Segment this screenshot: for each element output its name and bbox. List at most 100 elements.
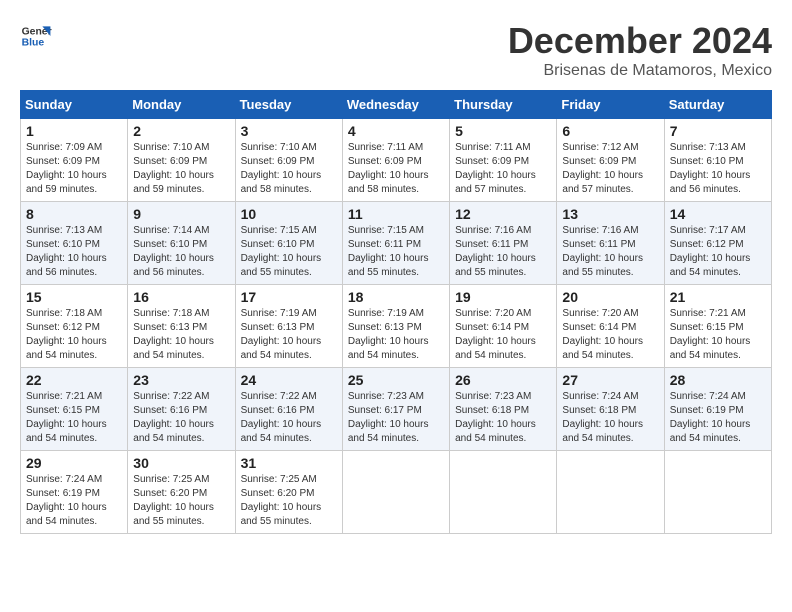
day-number: 26	[455, 372, 551, 388]
calendar-cell: 29 Sunrise: 7:24 AM Sunset: 6:19 PM Dayli…	[21, 451, 128, 534]
day-info: Sunrise: 7:22 AM Sunset: 6:16 PM Dayligh…	[241, 390, 337, 446]
day-info: Sunrise: 7:24 AM Sunset: 6:19 PM Dayligh…	[670, 390, 766, 446]
day-header-friday: Friday	[557, 91, 664, 119]
day-info: Sunrise: 7:09 AM Sunset: 6:09 PM Dayligh…	[26, 141, 122, 197]
calendar-cell: 28 Sunrise: 7:24 AM Sunset: 6:19 PM Dayli…	[664, 368, 771, 451]
day-info: Sunrise: 7:23 AM Sunset: 6:17 PM Dayligh…	[348, 390, 444, 446]
svg-text:Blue: Blue	[22, 38, 45, 49]
day-info: Sunrise: 7:15 AM Sunset: 6:11 PM Dayligh…	[348, 224, 444, 280]
calendar-cell: 30 Sunrise: 7:25 AM Sunset: 6:20 PM Dayli…	[128, 451, 235, 534]
day-info: Sunrise: 7:19 AM Sunset: 6:13 PM Dayligh…	[348, 307, 444, 363]
calendar-cell: 6Sunrise: 7:12 AM Sunset: 6:09 PM Daylig…	[557, 119, 664, 202]
day-number: 20	[562, 289, 658, 305]
day-info: Sunrise: 7:15 AM Sunset: 6:10 PM Dayligh…	[241, 224, 337, 280]
day-info: Sunrise: 7:20 AM Sunset: 6:14 PM Dayligh…	[455, 307, 551, 363]
calendar-cell: 18Sunrise: 7:19 AM Sunset: 6:13 PM Dayli…	[342, 285, 449, 368]
day-number: 29	[26, 455, 122, 471]
day-number: 25	[348, 372, 444, 388]
calendar-cell: 9Sunrise: 7:14 AM Sunset: 6:10 PM Daylig…	[128, 202, 235, 285]
day-info: Sunrise: 7:22 AM Sunset: 6:16 PM Dayligh…	[133, 390, 229, 446]
day-header-saturday: Saturday	[664, 91, 771, 119]
week-row-1: 1 Sunrise: 7:09 AM Sunset: 6:09 PM Daylig…	[21, 119, 772, 202]
calendar-cell: 25 Sunrise: 7:23 AM Sunset: 6:17 PM Dayli…	[342, 368, 449, 451]
week-row-5: 29 Sunrise: 7:24 AM Sunset: 6:19 PM Dayli…	[21, 451, 772, 534]
calendar-cell: 10Sunrise: 7:15 AM Sunset: 6:10 PM Dayli…	[235, 202, 342, 285]
calendar-cell: 5 Sunrise: 7:11 AM Sunset: 6:09 PM Daylig…	[450, 119, 557, 202]
day-number: 14	[670, 206, 766, 222]
calendar-cell: 12 Sunrise: 7:16 AM Sunset: 6:11 PM Dayli…	[450, 202, 557, 285]
calendar-cell: 4 Sunrise: 7:11 AM Sunset: 6:09 PM Daylig…	[342, 119, 449, 202]
day-number: 12	[455, 206, 551, 222]
day-info: Sunrise: 7:16 AM Sunset: 6:11 PM Dayligh…	[562, 224, 658, 280]
day-number: 7	[670, 123, 766, 139]
day-info: Sunrise: 7:23 AM Sunset: 6:18 PM Dayligh…	[455, 390, 551, 446]
day-header-wednesday: Wednesday	[342, 91, 449, 119]
calendar-cell	[557, 451, 664, 534]
calendar-cell: 16Sunrise: 7:18 AM Sunset: 6:13 PM Dayli…	[128, 285, 235, 368]
calendar-cell: 3Sunrise: 7:10 AM Sunset: 6:09 PM Daylig…	[235, 119, 342, 202]
calendar-cell: 26 Sunrise: 7:23 AM Sunset: 6:18 PM Dayli…	[450, 368, 557, 451]
calendar-cell: 27Sunrise: 7:24 AM Sunset: 6:18 PM Dayli…	[557, 368, 664, 451]
header-row: SundayMondayTuesdayWednesdayThursdayFrid…	[21, 91, 772, 119]
calendar-cell: 31 Sunrise: 7:25 AM Sunset: 6:20 PM Dayli…	[235, 451, 342, 534]
day-info: Sunrise: 7:16 AM Sunset: 6:11 PM Dayligh…	[455, 224, 551, 280]
day-number: 21	[670, 289, 766, 305]
calendar-cell: 23 Sunrise: 7:22 AM Sunset: 6:16 PM Dayli…	[128, 368, 235, 451]
day-header-tuesday: Tuesday	[235, 91, 342, 119]
day-number: 24	[241, 372, 337, 388]
day-number: 3	[241, 123, 337, 139]
calendar-cell: 15Sunrise: 7:18 AM Sunset: 6:12 PM Dayli…	[21, 285, 128, 368]
calendar-cell	[450, 451, 557, 534]
day-info: Sunrise: 7:21 AM Sunset: 6:15 PM Dayligh…	[670, 307, 766, 363]
day-number: 5	[455, 123, 551, 139]
calendar-cell: 22Sunrise: 7:21 AM Sunset: 6:15 PM Dayli…	[21, 368, 128, 451]
calendar-cell: 1 Sunrise: 7:09 AM Sunset: 6:09 PM Daylig…	[21, 119, 128, 202]
day-info: Sunrise: 7:25 AM Sunset: 6:20 PM Dayligh…	[241, 473, 337, 529]
day-number: 31	[241, 455, 337, 471]
day-info: Sunrise: 7:20 AM Sunset: 6:14 PM Dayligh…	[562, 307, 658, 363]
day-info: Sunrise: 7:13 AM Sunset: 6:10 PM Dayligh…	[670, 141, 766, 197]
calendar-cell	[342, 451, 449, 534]
day-number: 30	[133, 455, 229, 471]
logo: General Blue	[20, 20, 52, 52]
calendar-cell: 13 Sunrise: 7:16 AM Sunset: 6:11 PM Dayli…	[557, 202, 664, 285]
calendar-cell: 20 Sunrise: 7:20 AM Sunset: 6:14 PM Dayli…	[557, 285, 664, 368]
day-number: 19	[455, 289, 551, 305]
day-info: Sunrise: 7:17 AM Sunset: 6:12 PM Dayligh…	[670, 224, 766, 280]
day-number: 9	[133, 206, 229, 222]
day-info: Sunrise: 7:24 AM Sunset: 6:19 PM Dayligh…	[26, 473, 122, 529]
calendar-cell: 8 Sunrise: 7:13 AM Sunset: 6:10 PM Daylig…	[21, 202, 128, 285]
day-number: 28	[670, 372, 766, 388]
calendar-cell: 2Sunrise: 7:10 AM Sunset: 6:09 PM Daylig…	[128, 119, 235, 202]
day-number: 15	[26, 289, 122, 305]
logo-icon: General Blue	[20, 20, 52, 52]
day-number: 13	[562, 206, 658, 222]
day-info: Sunrise: 7:19 AM Sunset: 6:13 PM Dayligh…	[241, 307, 337, 363]
day-info: Sunrise: 7:10 AM Sunset: 6:09 PM Dayligh…	[133, 141, 229, 197]
day-info: Sunrise: 7:18 AM Sunset: 6:13 PM Dayligh…	[133, 307, 229, 363]
page-header: General Blue December 2024 Brisenas de M…	[20, 20, 772, 80]
day-number: 22	[26, 372, 122, 388]
calendar-cell: 7 Sunrise: 7:13 AM Sunset: 6:10 PM Daylig…	[664, 119, 771, 202]
day-info: Sunrise: 7:25 AM Sunset: 6:20 PM Dayligh…	[133, 473, 229, 529]
month-title: December 2024	[508, 20, 772, 62]
day-number: 8	[26, 206, 122, 222]
day-number: 11	[348, 206, 444, 222]
calendar-cell	[664, 451, 771, 534]
week-row-4: 22Sunrise: 7:21 AM Sunset: 6:15 PM Dayli…	[21, 368, 772, 451]
day-info: Sunrise: 7:12 AM Sunset: 6:09 PM Dayligh…	[562, 141, 658, 197]
day-header-thursday: Thursday	[450, 91, 557, 119]
calendar-cell: 14 Sunrise: 7:17 AM Sunset: 6:12 PM Dayli…	[664, 202, 771, 285]
day-number: 17	[241, 289, 337, 305]
day-info: Sunrise: 7:11 AM Sunset: 6:09 PM Dayligh…	[455, 141, 551, 197]
day-header-monday: Monday	[128, 91, 235, 119]
day-number: 4	[348, 123, 444, 139]
day-number: 1	[26, 123, 122, 139]
day-info: Sunrise: 7:11 AM Sunset: 6:09 PM Dayligh…	[348, 141, 444, 197]
week-row-2: 8 Sunrise: 7:13 AM Sunset: 6:10 PM Daylig…	[21, 202, 772, 285]
calendar-cell: 19 Sunrise: 7:20 AM Sunset: 6:14 PM Dayli…	[450, 285, 557, 368]
calendar-table: SundayMondayTuesdayWednesdayThursdayFrid…	[20, 90, 772, 534]
calendar-cell: 21 Sunrise: 7:21 AM Sunset: 6:15 PM Dayli…	[664, 285, 771, 368]
day-number: 23	[133, 372, 229, 388]
day-info: Sunrise: 7:13 AM Sunset: 6:10 PM Dayligh…	[26, 224, 122, 280]
